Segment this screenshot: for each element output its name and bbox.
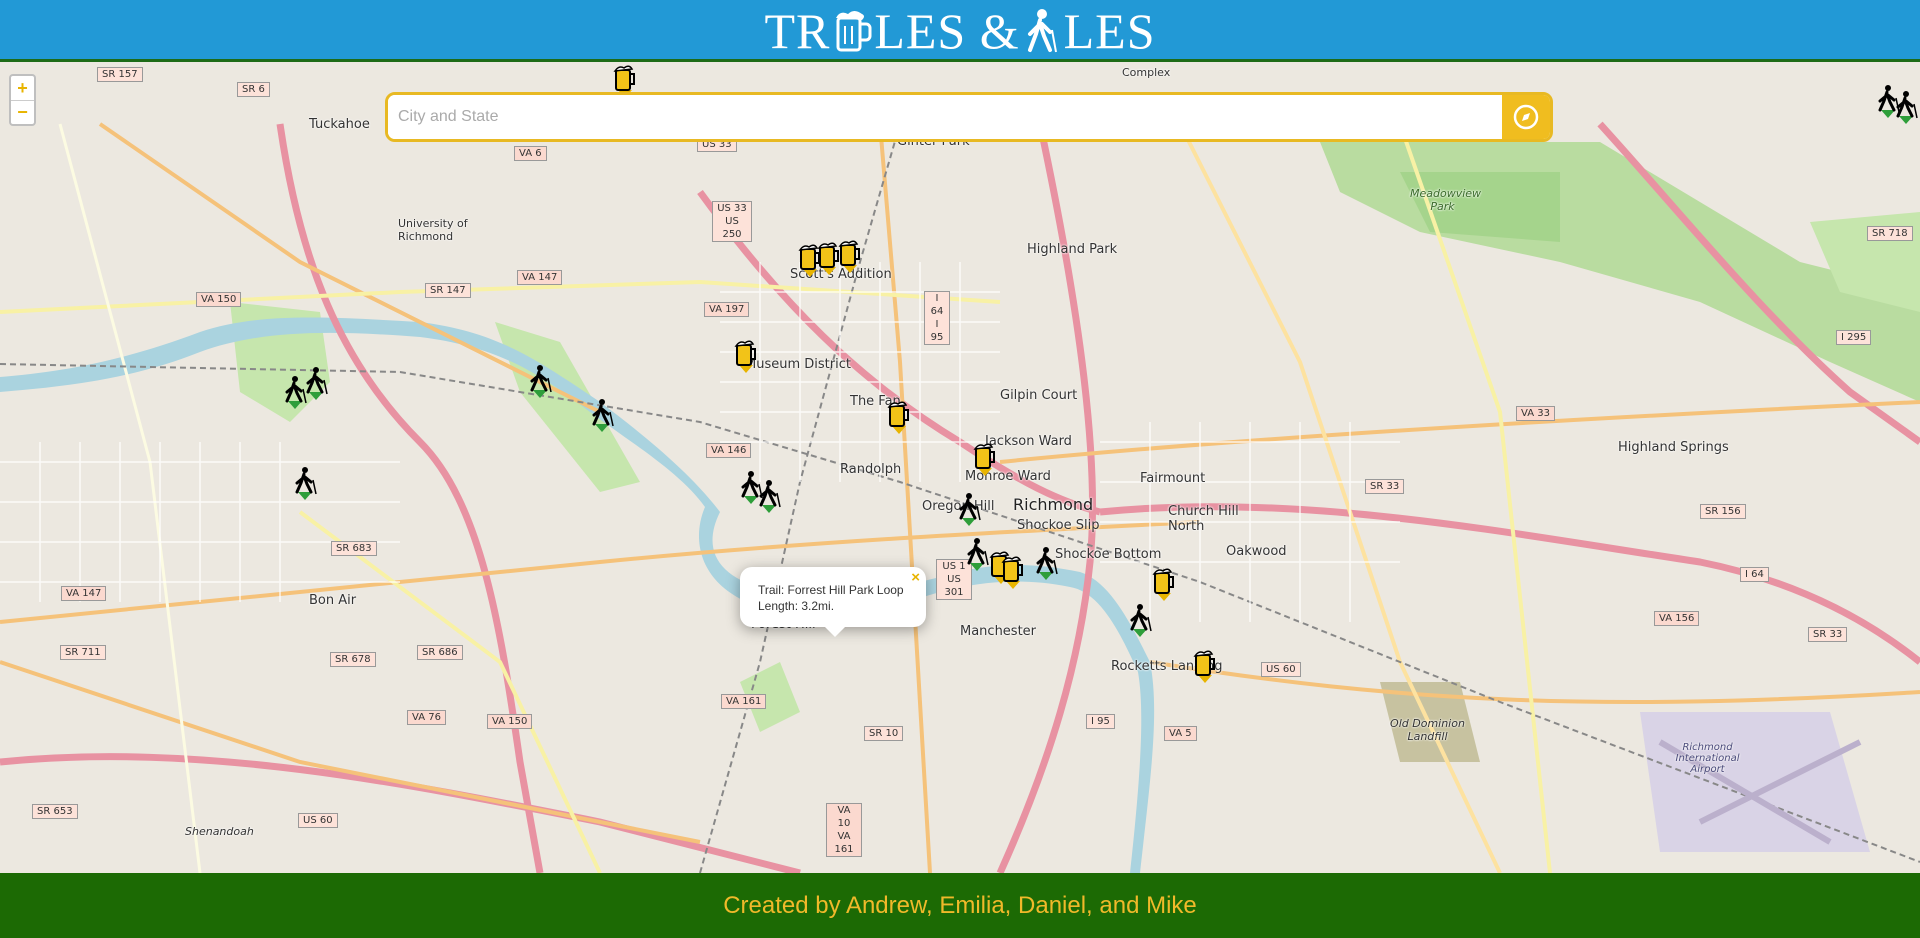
road-shield: VA 5 bbox=[1164, 726, 1197, 741]
place-label: Highland Springs bbox=[1618, 440, 1729, 455]
search-button[interactable] bbox=[1502, 95, 1550, 139]
brewery-marker-icon[interactable] bbox=[837, 239, 863, 273]
place-label: Jackson Ward bbox=[985, 434, 1072, 449]
search-bar bbox=[385, 92, 1553, 142]
beer-mug-icon bbox=[832, 8, 872, 54]
place-label: Gilpin Court bbox=[1000, 388, 1078, 403]
brewery-marker-icon[interactable] bbox=[1151, 567, 1177, 601]
app-footer: Created by Andrew, Emilia, Daniel, and M… bbox=[0, 873, 1920, 938]
place-label: Shockoe Bottom bbox=[1055, 547, 1162, 562]
place-label: Tuckahoe bbox=[309, 117, 370, 132]
place-label: Richmond International Airport bbox=[1675, 742, 1740, 775]
trail-marker-icon[interactable] bbox=[1893, 90, 1919, 124]
place-label: Manchester bbox=[960, 624, 1037, 639]
road-shield: SR 683 bbox=[331, 541, 377, 556]
road-shield: SR 147 bbox=[425, 283, 471, 298]
road-shield: US 33 US 250 bbox=[712, 201, 752, 242]
road-shield: VA 76 bbox=[407, 710, 446, 725]
road-shield: SR 157 bbox=[97, 67, 143, 82]
popup-trail-length: Length: 3.2mi. bbox=[758, 599, 835, 613]
trail-marker-icon[interactable] bbox=[756, 479, 782, 513]
brewery-marker-icon[interactable] bbox=[886, 400, 912, 434]
place-label: Richmond bbox=[1013, 495, 1094, 514]
footer-credit: Created by Andrew, Emilia, Daniel, and M… bbox=[723, 891, 1197, 919]
logo-text-3: LES bbox=[1063, 3, 1156, 59]
road-shield: SR 156 bbox=[1700, 504, 1746, 519]
road-shield: SR 718 bbox=[1867, 226, 1913, 241]
road-shield: VA 33 bbox=[1516, 406, 1555, 421]
place-label: Museum District bbox=[745, 357, 851, 372]
app-logo: TR LES & LES bbox=[0, 0, 1920, 62]
place-label: Complex bbox=[1122, 66, 1171, 79]
trail-marker-icon[interactable] bbox=[303, 366, 329, 400]
road-shield: SR 10 bbox=[864, 726, 904, 741]
popup-trail-name: Trail: Forrest Hill Park Loop bbox=[758, 583, 904, 597]
brewery-marker-icon[interactable] bbox=[972, 442, 998, 476]
road-shield: SR 678 bbox=[330, 652, 376, 667]
road-shield: VA 156 bbox=[1654, 611, 1700, 626]
road-shield: VA 147 bbox=[61, 586, 107, 601]
road-shield: SR 686 bbox=[417, 645, 463, 660]
place-label: Fairmount bbox=[1140, 471, 1206, 486]
place-label: Church Hill North bbox=[1168, 504, 1239, 534]
road-shield: VA 161 bbox=[721, 694, 767, 709]
trail-popup: × Trail: Forrest Hill Park Loop Length: … bbox=[740, 567, 926, 637]
trail-marker-icon[interactable] bbox=[527, 364, 553, 398]
place-label: Shenandoah bbox=[185, 825, 254, 838]
trail-marker-icon[interactable] bbox=[1127, 603, 1153, 637]
zoom-in-button[interactable]: + bbox=[11, 76, 34, 100]
trail-marker-icon[interactable] bbox=[589, 398, 615, 432]
brewery-marker-icon[interactable] bbox=[1000, 555, 1026, 589]
place-label: Meadowview Park bbox=[1410, 187, 1482, 213]
hiker-icon bbox=[1022, 8, 1062, 54]
map-view[interactable]: Tuckahoe University of Richmond Scott's … bbox=[0, 62, 1920, 873]
zoom-control: + − bbox=[9, 74, 36, 126]
road-shield: VA 146 bbox=[706, 443, 752, 458]
road-shield: SR 653 bbox=[32, 804, 78, 819]
place-label: Oakwood bbox=[1226, 544, 1287, 559]
road-shield: I 64 I 95 bbox=[924, 291, 950, 345]
compass-icon bbox=[1513, 104, 1539, 130]
road-shield: US 60 bbox=[1261, 662, 1301, 677]
place-label: University of Richmond bbox=[398, 217, 468, 243]
place-label: Highland Park bbox=[1027, 242, 1118, 257]
road-shield: I 95 bbox=[1086, 714, 1115, 729]
zoom-out-button[interactable]: − bbox=[11, 100, 34, 124]
trail-marker-icon[interactable] bbox=[956, 492, 982, 526]
close-icon[interactable]: × bbox=[911, 570, 920, 586]
place-label: Shockoe Slip bbox=[1017, 518, 1100, 533]
road-shield: SR 6 bbox=[237, 82, 270, 97]
road-shield: SR 33 bbox=[1808, 627, 1848, 642]
brewery-marker-icon[interactable] bbox=[1192, 649, 1218, 683]
road-shield: VA 147 bbox=[517, 270, 563, 285]
road-shield: VA 150 bbox=[196, 292, 242, 307]
road-shield: VA 6 bbox=[514, 146, 547, 161]
place-label: Randolph bbox=[840, 462, 902, 477]
trail-marker-icon[interactable] bbox=[292, 466, 318, 500]
road-shield: US 60 bbox=[298, 813, 338, 828]
road-shield: VA 10 VA 161 bbox=[826, 803, 862, 857]
road-shield: SR 711 bbox=[60, 645, 106, 660]
brewery-marker-icon[interactable] bbox=[733, 339, 759, 373]
app-header: TR LES & LES bbox=[0, 0, 1920, 62]
road-shield: SR 33 bbox=[1365, 479, 1405, 494]
trail-marker-icon[interactable] bbox=[964, 537, 990, 571]
place-label: Bon Air bbox=[309, 593, 357, 608]
place-label: Old Dominion Landfill bbox=[1390, 717, 1465, 743]
road-shield: I 64 bbox=[1740, 567, 1769, 582]
logo-text-2: LES & bbox=[874, 3, 1020, 59]
road-shield: VA 197 bbox=[704, 302, 750, 317]
map-base-layer bbox=[0, 62, 1920, 873]
trail-marker-icon[interactable] bbox=[1033, 546, 1059, 580]
logo-text-1: TR bbox=[764, 3, 831, 59]
road-shield: I 295 bbox=[1836, 330, 1872, 345]
road-shield: VA 150 bbox=[487, 714, 533, 729]
location-search-input[interactable] bbox=[388, 95, 1502, 139]
